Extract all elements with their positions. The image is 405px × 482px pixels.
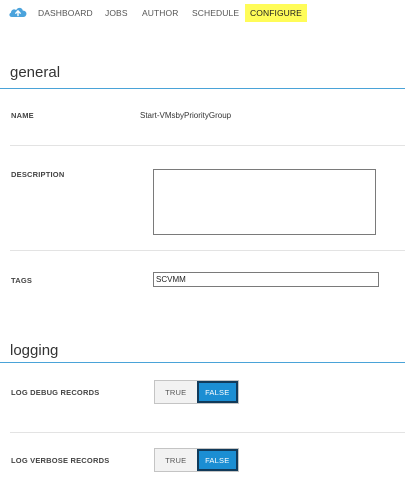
log-debug-false-option[interactable]: FALSE (196, 381, 238, 403)
row-divider (10, 145, 405, 146)
description-label: DESCRIPTION (11, 170, 65, 179)
logging-section-rule (0, 362, 405, 363)
configure-page: DASHBOARD JOBS AUTHOR SCHEDULE CONFIGURE… (0, 0, 405, 482)
tab-author[interactable]: AUTHOR (142, 4, 179, 22)
log-debug-toggle[interactable]: TRUE FALSE (154, 380, 239, 404)
log-verbose-false-option[interactable]: FALSE (196, 449, 238, 471)
log-verbose-true-option[interactable]: TRUE (155, 449, 197, 471)
general-section-rule (0, 88, 405, 89)
tags-label: TAGS (11, 276, 33, 285)
log-verbose-label: LOG VERBOSE RECORDS (11, 456, 110, 465)
name-value: Start-VMsbyPriorityGroup (140, 111, 232, 120)
tab-jobs[interactable]: JOBS (105, 4, 128, 22)
row-divider (10, 432, 405, 433)
description-field[interactable] (153, 169, 376, 235)
tab-schedule[interactable]: SCHEDULE (192, 4, 239, 22)
log-debug-true-option[interactable]: TRUE (155, 381, 197, 403)
general-section-title: general (10, 64, 61, 81)
tags-input[interactable] (153, 272, 379, 287)
log-debug-label: LOG DEBUG RECORDS (11, 388, 100, 397)
tab-configure[interactable]: CONFIGURE (245, 4, 307, 22)
cloud-icon[interactable] (8, 6, 28, 18)
name-label: NAME (11, 111, 34, 120)
log-verbose-toggle[interactable]: TRUE FALSE (154, 448, 239, 472)
row-divider (10, 250, 405, 251)
tab-dashboard[interactable]: DASHBOARD (38, 4, 93, 22)
top-nav: DASHBOARD JOBS AUTHOR SCHEDULE CONFIGURE (0, 0, 405, 26)
logging-section-title: logging (10, 342, 59, 359)
